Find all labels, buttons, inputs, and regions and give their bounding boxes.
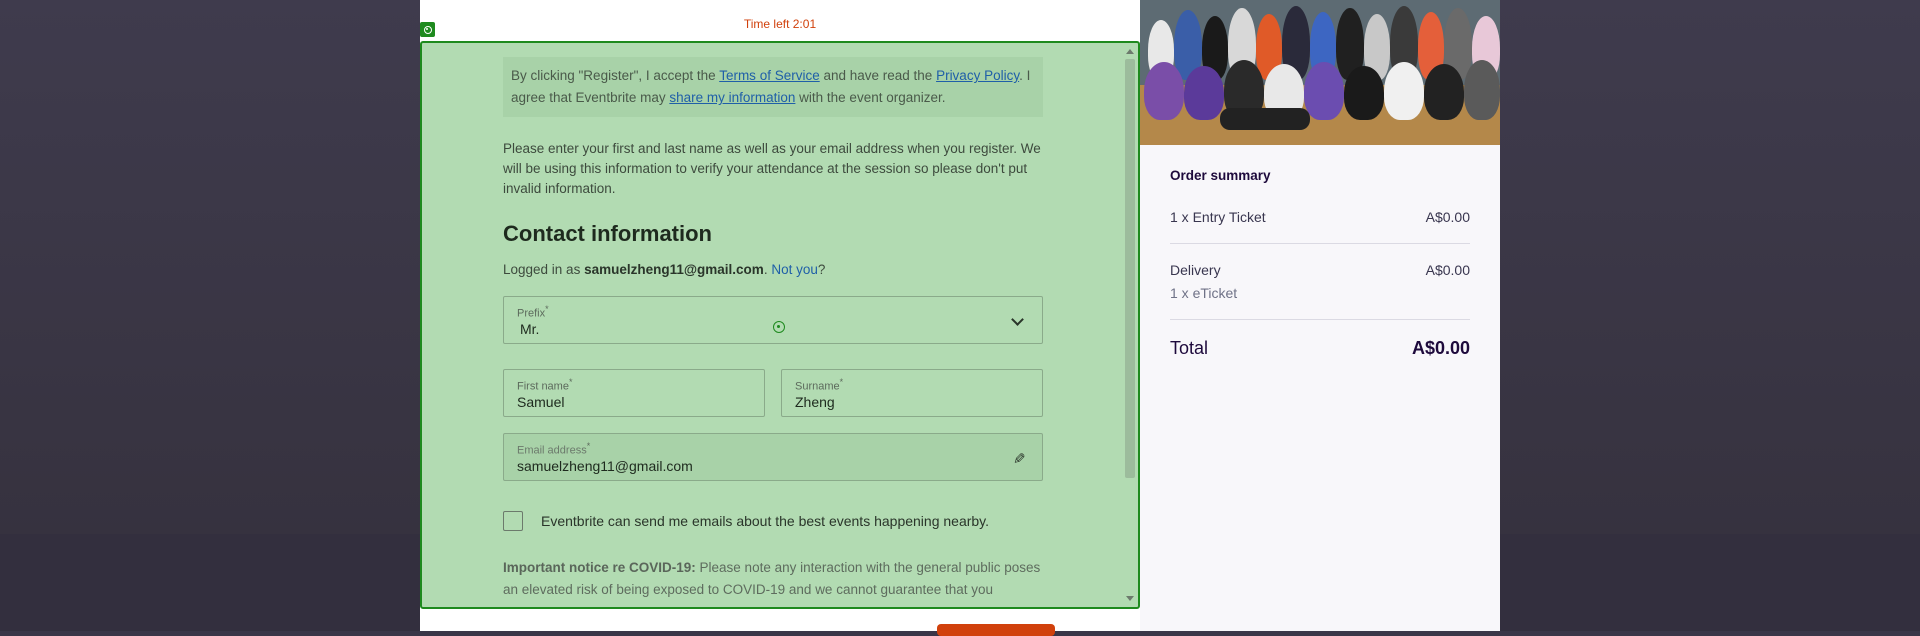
covid-heading: Important notice re COVID-19: [503, 560, 696, 575]
first-name-value: Samuel [517, 394, 565, 410]
checkout-panel: Time left 2:01 By clicking "Register", I… [420, 0, 1140, 636]
terms-text: By clicking "Register", I accept the [511, 68, 720, 83]
pencil-edit-icon[interactable]: ✎ [1013, 450, 1026, 468]
surname-value: Zheng [795, 394, 835, 410]
first-name-label: First name* [517, 377, 573, 393]
not-you-link[interactable]: Not you [771, 262, 818, 277]
delivery-price: A$0.00 [1425, 262, 1470, 278]
contact-information-title: Contact information [503, 221, 712, 246]
delivery-detail: 1 x eTicket [1170, 285, 1238, 301]
order-summary-title: Order summary [1170, 168, 1271, 183]
first-name-field[interactable]: First name* Samuel [503, 369, 765, 417]
scroll-up-arrow-icon[interactable] [1126, 49, 1134, 54]
terms-text: with the event organizer. [795, 90, 946, 105]
checkout-form-scroll-area[interactable]: By clicking "Register", I accept the Ter… [420, 41, 1140, 609]
total-label: Total [1170, 338, 1209, 358]
line-item-price: A$0.00 [1425, 209, 1470, 225]
checkout-form: By clicking "Register", I accept the Ter… [503, 57, 1043, 601]
order-sidebar: Order summary 1 x Entry Ticket A$0.00 De… [1140, 0, 1500, 631]
prefix-label: Prefix* [517, 304, 549, 320]
register-button[interactable] [937, 624, 1055, 636]
checkout-modal: Time left 2:01 By clicking "Register", I… [420, 0, 1500, 636]
name-fields-row: First name* Samuel Surname* Zheng [503, 369, 1043, 417]
total-price: A$0.00 [1411, 338, 1470, 358]
delivery-label: Delivery [1170, 262, 1221, 278]
order-summary: Order summary 1 x Entry Ticket A$0.00 De… [1170, 168, 1470, 359]
line-item-label: 1 x Entry Ticket [1170, 209, 1266, 225]
email-opt-in-label: Eventbrite can send me emails about the … [541, 513, 990, 529]
surname-field[interactable]: Surname* Zheng [781, 369, 1043, 417]
prefix-select[interactable]: Prefix* Mr. [503, 296, 1043, 344]
terms-notice: By clicking "Register", I accept the Ter… [503, 57, 1043, 117]
email-value: samuelzheng11@gmail.com [517, 458, 693, 474]
scroll-down-arrow-icon[interactable] [1126, 596, 1134, 601]
share-my-information-link[interactable]: share my information [669, 90, 795, 105]
question-mark: ? [817, 262, 826, 277]
registration-note: Please enter your first and last name as… [503, 141, 1041, 196]
logged-in-label: Logged in as [503, 262, 585, 277]
surname-label: Surname* [795, 377, 844, 393]
logged-in-status: Logged in as samuelzheng11@gmail.com. No… [503, 262, 1043, 277]
prefix-value: Mr. [520, 321, 540, 337]
covid-notice: Important notice re COVID-19: Please not… [503, 557, 1043, 601]
privacy-policy-link[interactable]: Privacy Policy [936, 68, 1019, 83]
event-photo [1140, 0, 1500, 145]
terms-text: and have read the [819, 68, 937, 83]
time-left: Time left 2:01 [743, 17, 817, 31]
email-field: Email address* samuelzheng11@gmail.com ✎ [503, 433, 1043, 481]
email-opt-in-checkbox[interactable] [503, 511, 523, 531]
email-label: Email address* [517, 441, 591, 457]
vertical-scrollbar[interactable] [1124, 45, 1136, 605]
line-item-row: 1 x Entry Ticket A$0.00 [1170, 209, 1470, 244]
delivery-section: Delivery A$0.00 1 x eTicket [1170, 244, 1470, 320]
logged-in-email: samuelzheng11@gmail.com [584, 262, 764, 277]
email-opt-in-row: Eventbrite can send me emails about the … [503, 511, 1043, 531]
scrollbar-thumb[interactable] [1125, 59, 1135, 478]
terms-of-service-link[interactable]: Terms of Service [719, 68, 820, 83]
chevron-down-icon [1011, 313, 1024, 326]
total-row: Total A$0.00 [1170, 338, 1470, 359]
crosshair-icon [773, 321, 785, 333]
target-icon [420, 22, 435, 37]
